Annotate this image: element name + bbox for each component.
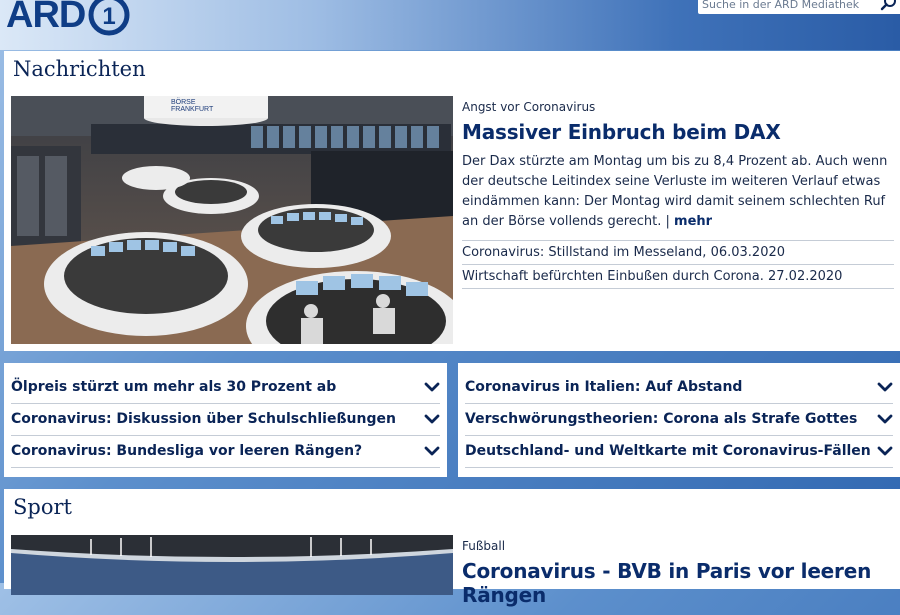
sport-kicker: Fußball [462, 539, 506, 553]
section-title-news: Nachrichten [13, 57, 146, 81]
teaser-headline[interactable]: Massiver Einbruch beim DAX [462, 120, 894, 144]
stadium-illustration [11, 535, 453, 595]
chevron-down-icon[interactable] [877, 443, 893, 459]
section-title-sport: Sport [13, 495, 72, 519]
list-item[interactable]: Coronavirus: Diskussion über Schulschlie… [11, 403, 440, 436]
news-section: Nachrichten BÖRSE FRANKFURT Angst vor Co… [4, 51, 900, 351]
list-item-label: Coronavirus: Bundesliga vor leeren Ränge… [11, 443, 363, 459]
list-item-label: Verschwörungstheorien: Corona als Strafe… [465, 411, 858, 427]
chevron-down-icon[interactable] [424, 411, 440, 427]
site-header: ARD 1 [0, 0, 900, 50]
ard-one-logo-icon: 1 [88, 0, 130, 36]
list-item-label: Coronavirus in Italien: Auf Abstand [465, 379, 743, 395]
related-link[interactable]: Coronavirus: Stillstand im Messeland, 06… [462, 240, 894, 264]
headline-list-left: Ölpreis stürzt um mehr als 30 Prozent ab… [4, 363, 447, 477]
hero-image-stock-exchange[interactable]: BÖRSE FRANKFURT [11, 96, 453, 344]
teaser-kicker: Angst vor Coronavirus [462, 100, 596, 114]
more-link[interactable]: mehr [674, 214, 712, 229]
list-item[interactable]: Deutschland- und Weltkarte mit Coronavir… [465, 435, 893, 468]
chevron-down-icon[interactable] [877, 411, 893, 427]
hero-image-stadium[interactable] [11, 535, 453, 595]
search-box [698, 0, 900, 14]
chevron-down-icon[interactable] [424, 443, 440, 459]
teaser-description: Der Dax stürzte am Montag um bis zu 8,4 … [462, 152, 894, 232]
list-item[interactable]: Coronavirus: Bundesliga vor leeren Ränge… [11, 435, 440, 468]
list-item-label: Ölpreis stürzt um mehr als 30 Prozent ab [11, 379, 337, 395]
teaser-separator: | [661, 214, 675, 229]
lead-teaser: Angst vor Coronavirus Massiver Einbruch … [462, 100, 894, 289]
ard-logo[interactable]: ARD 1 [6, 0, 131, 40]
list-item[interactable]: Coronavirus in Italien: Auf Abstand [465, 371, 893, 404]
list-item-label: Coronavirus: Diskussion über Schulschlie… [11, 411, 396, 427]
sport-teaser: Fußball Coronavirus - BVB in Paris vor l… [462, 539, 894, 615]
image-sign-line2: FRANKFURT [171, 106, 214, 113]
search-input[interactable] [702, 0, 872, 11]
stock-exchange-illustration: BÖRSE FRANKFURT [11, 96, 453, 344]
search-icon[interactable] [880, 0, 898, 12]
chevron-down-icon[interactable] [424, 379, 440, 395]
chevron-down-icon[interactable] [877, 379, 893, 395]
related-links: Coronavirus: Stillstand im Messeland, 06… [462, 240, 894, 289]
sport-headline[interactable]: Coronavirus - BVB in Paris vor leeren Rä… [462, 559, 894, 607]
logo-text: ARD [6, 0, 86, 36]
related-link[interactable]: Wirtschaft befürchten Einbußen durch Cor… [462, 264, 894, 289]
list-item[interactable]: Ölpreis stürzt um mehr als 30 Prozent ab [11, 371, 440, 404]
logo-mark-digit: 1 [103, 3, 116, 30]
image-sign-line1: BÖRSE [171, 98, 196, 106]
headline-list-right: Coronavirus in Italien: Auf Abstand Vers… [458, 363, 900, 477]
list-item-label: Deutschland- und Weltkarte mit Coronavir… [465, 443, 871, 459]
sport-section: Sport Fußball Coronavirus - BVB in Paris… [4, 489, 900, 607]
list-item[interactable]: Verschwörungstheorien: Corona als Strafe… [465, 403, 893, 436]
